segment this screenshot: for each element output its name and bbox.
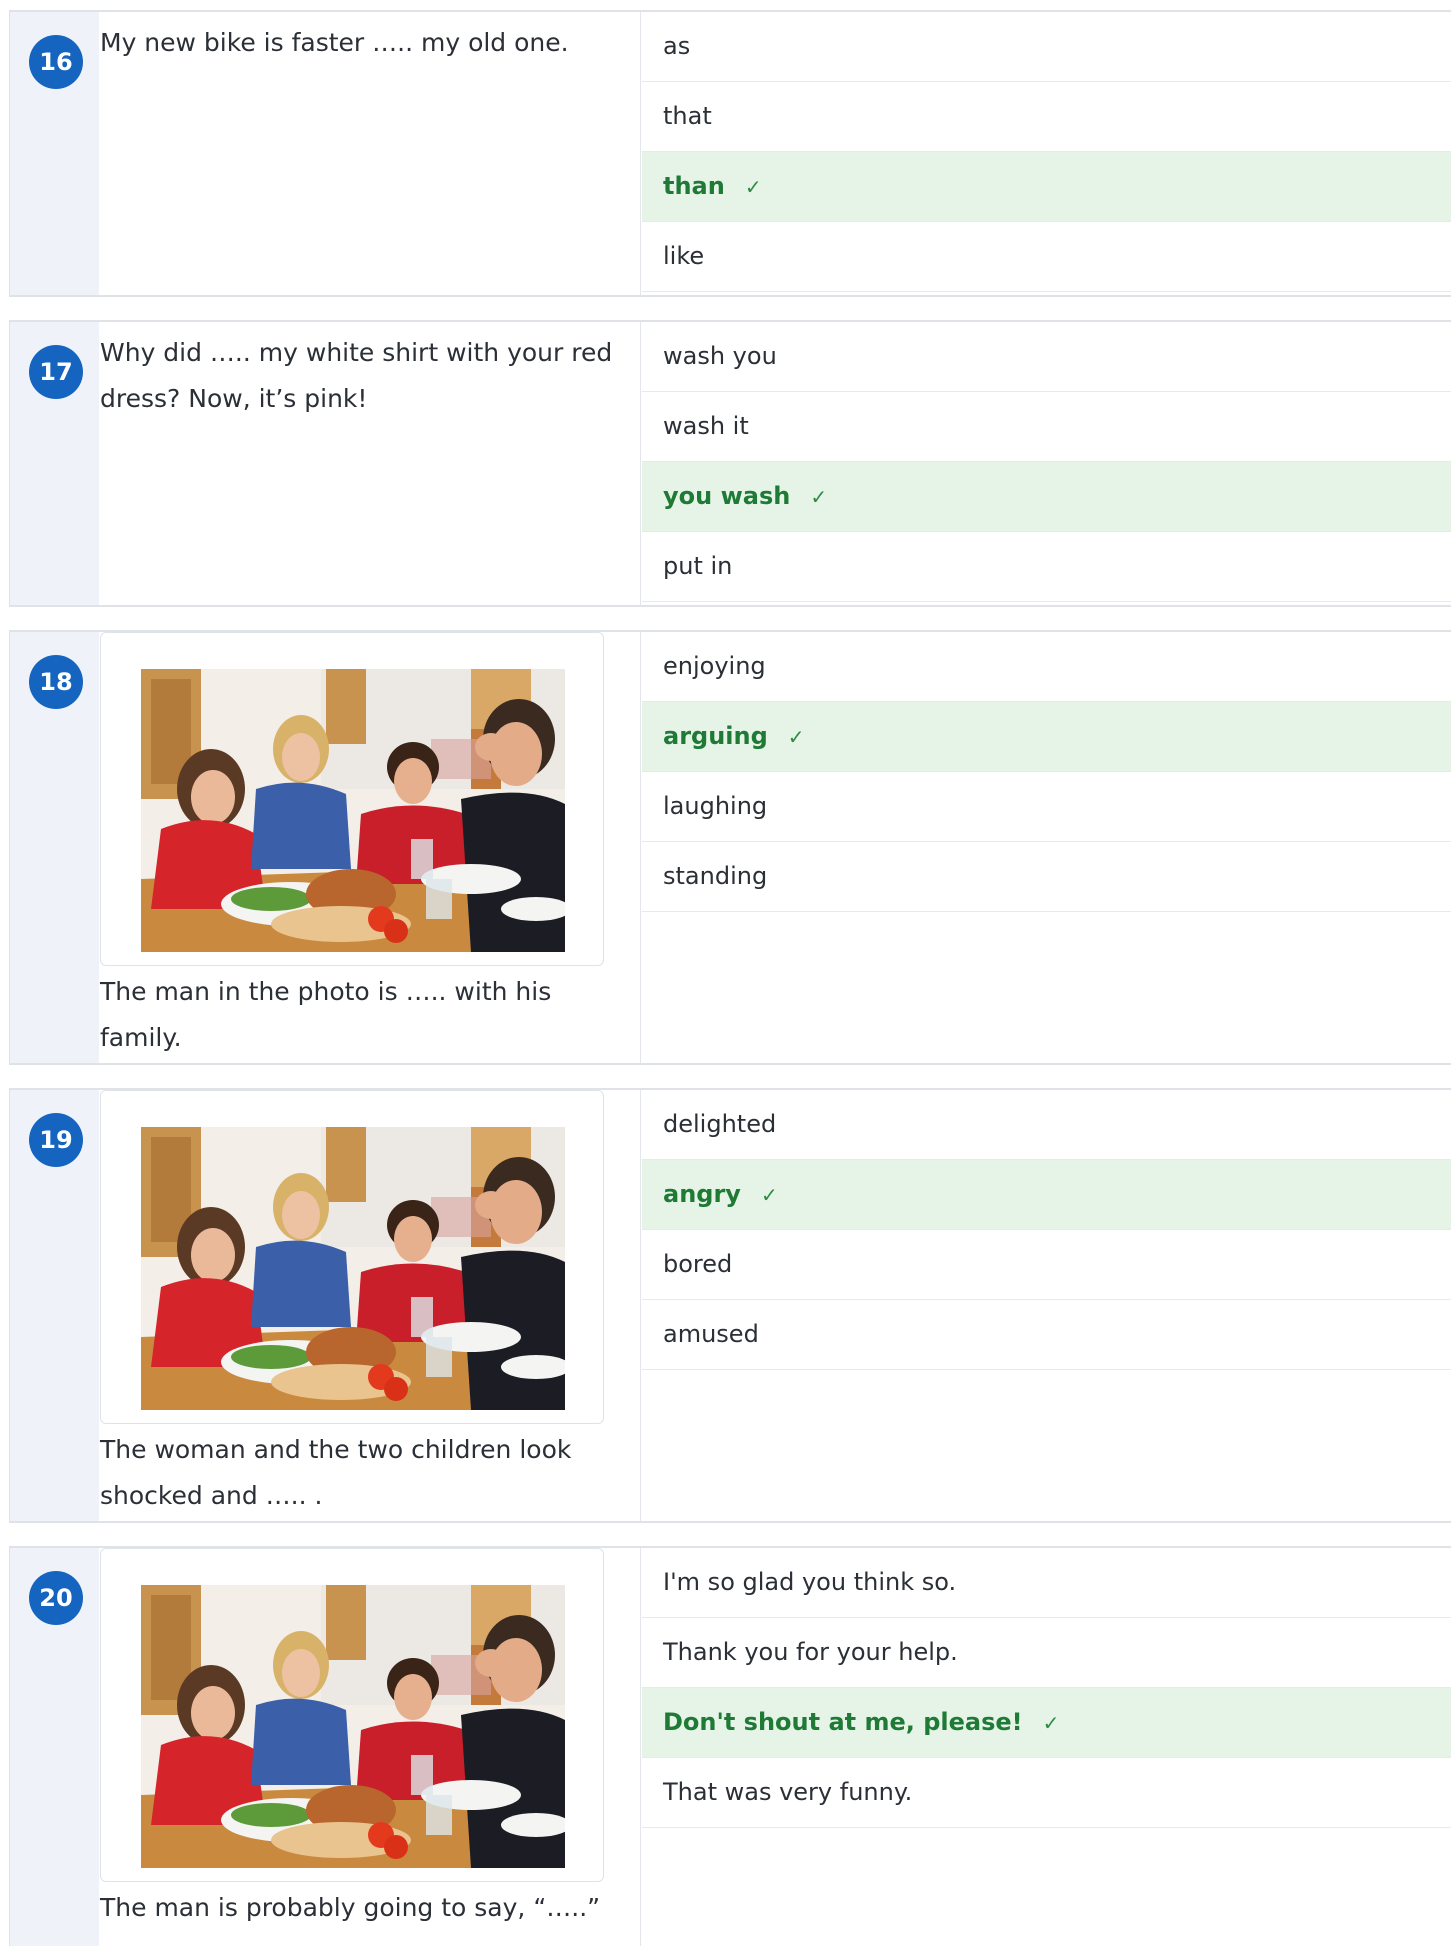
option-arguing-correct[interactable]: arguing ✓ <box>642 702 1451 772</box>
question-text: The man is probably going to say, “…..” <box>100 1893 601 1922</box>
question-text: My new bike is faster ….. my old one. <box>100 28 569 57</box>
number-column: 16 <box>9 12 99 295</box>
option-thank-you[interactable]: Thank you for your help. <box>642 1618 1451 1688</box>
option-standing[interactable]: standing <box>642 842 1451 912</box>
option-wash-it[interactable]: wash it <box>642 392 1451 462</box>
check-icon: ✓ <box>1042 1711 1060 1735</box>
option-laughing[interactable]: laughing <box>642 772 1451 842</box>
option-that[interactable]: that <box>642 82 1451 152</box>
option-label: Thank you for your help. <box>663 1638 958 1666</box>
check-icon: ✓ <box>760 1183 778 1207</box>
question-17: 17 Why did ….. my white shirt with your … <box>9 320 1451 607</box>
option-as[interactable]: as <box>642 12 1451 82</box>
option-label: wash it <box>663 412 749 440</box>
option-label: arguing <box>663 722 768 750</box>
option-like[interactable]: like <box>642 222 1451 292</box>
option-label: than <box>663 172 725 200</box>
option-label: Don't shout at me, please! <box>663 1708 1023 1736</box>
question-20: 20 The man is probably going to say, “….… <box>9 1546 1451 1946</box>
options-list: wash you wash it you wash ✓ put in <box>642 322 1451 602</box>
option-label: That was very funny. <box>663 1778 913 1806</box>
question-number-badge: 16 <box>29 35 83 89</box>
question-number-badge: 18 <box>29 655 83 709</box>
number-column: 17 <box>9 322 99 605</box>
question-text: Why did ….. my white shirt with your red… <box>100 338 613 413</box>
question-column: The man in the photo is ….. with his fam… <box>100 632 641 1063</box>
option-angry-correct[interactable]: angry ✓ <box>642 1160 1451 1230</box>
option-dont-shout-correct[interactable]: Don't shout at me, please! ✓ <box>642 1688 1451 1758</box>
question-number-badge: 20 <box>29 1571 83 1625</box>
check-icon: ✓ <box>787 725 805 749</box>
photo-card <box>100 632 604 966</box>
option-so-glad[interactable]: I'm so glad you think so. <box>642 1548 1451 1618</box>
option-label: you wash <box>663 482 791 510</box>
option-put-in[interactable]: put in <box>642 532 1451 602</box>
question-16: 16 My new bike is faster ….. my old one.… <box>9 10 1451 297</box>
question-column: The man is probably going to say, “…..” <box>100 1548 641 1946</box>
option-label: laughing <box>663 792 768 820</box>
option-you-wash-correct[interactable]: you wash ✓ <box>642 462 1451 532</box>
option-label: wash you <box>663 342 777 370</box>
option-label: amused <box>663 1320 759 1348</box>
option-enjoying[interactable]: enjoying <box>642 632 1451 702</box>
family-argument-photo <box>141 1127 565 1410</box>
question-text: The woman and the two children look shoc… <box>100 1435 572 1510</box>
question-19: 19 The woman and the two children look s… <box>9 1088 1451 1523</box>
option-label: that <box>663 102 712 130</box>
option-label: like <box>663 242 705 270</box>
option-bored[interactable]: bored <box>642 1230 1451 1300</box>
family-argument-photo <box>141 669 565 952</box>
options-list: delighted angry ✓ bored amused <box>642 1090 1451 1370</box>
photo-card <box>100 1548 604 1882</box>
option-label: standing <box>663 862 768 890</box>
question-column: Why did ….. my white shirt with your red… <box>100 322 641 605</box>
option-label: angry <box>663 1180 741 1208</box>
option-label: put in <box>663 552 733 580</box>
option-label: I'm so glad you think so. <box>663 1568 957 1596</box>
options-list: enjoying arguing ✓ laughing standing <box>642 632 1451 912</box>
option-label: as <box>663 32 691 60</box>
option-than-correct[interactable]: than ✓ <box>642 152 1451 222</box>
options-list: I'm so glad you think so. Thank you for … <box>642 1548 1451 1828</box>
option-label: bored <box>663 1250 733 1278</box>
option-amused[interactable]: amused <box>642 1300 1451 1370</box>
question-number-badge: 17 <box>29 345 83 399</box>
question-text: The man in the photo is ….. with his fam… <box>100 977 552 1052</box>
question-18: 18 The man in the photo is ….. with his … <box>9 630 1451 1065</box>
option-delighted[interactable]: delighted <box>642 1090 1451 1160</box>
option-label: delighted <box>663 1110 777 1138</box>
number-column: 19 <box>9 1090 99 1521</box>
photo-card <box>100 1090 604 1424</box>
question-number-badge: 19 <box>29 1113 83 1167</box>
number-column: 18 <box>9 632 99 1063</box>
check-icon: ✓ <box>810 485 828 509</box>
family-argument-photo <box>141 1585 565 1868</box>
option-very-funny[interactable]: That was very funny. <box>642 1758 1451 1828</box>
options-list: as that than ✓ like <box>642 12 1451 292</box>
option-label: enjoying <box>663 652 766 680</box>
question-column: The woman and the two children look shoc… <box>100 1090 641 1521</box>
number-column: 20 <box>9 1548 99 1946</box>
option-wash-you[interactable]: wash you <box>642 322 1451 392</box>
check-icon: ✓ <box>744 175 762 199</box>
question-column: My new bike is faster ….. my old one. <box>100 12 641 295</box>
